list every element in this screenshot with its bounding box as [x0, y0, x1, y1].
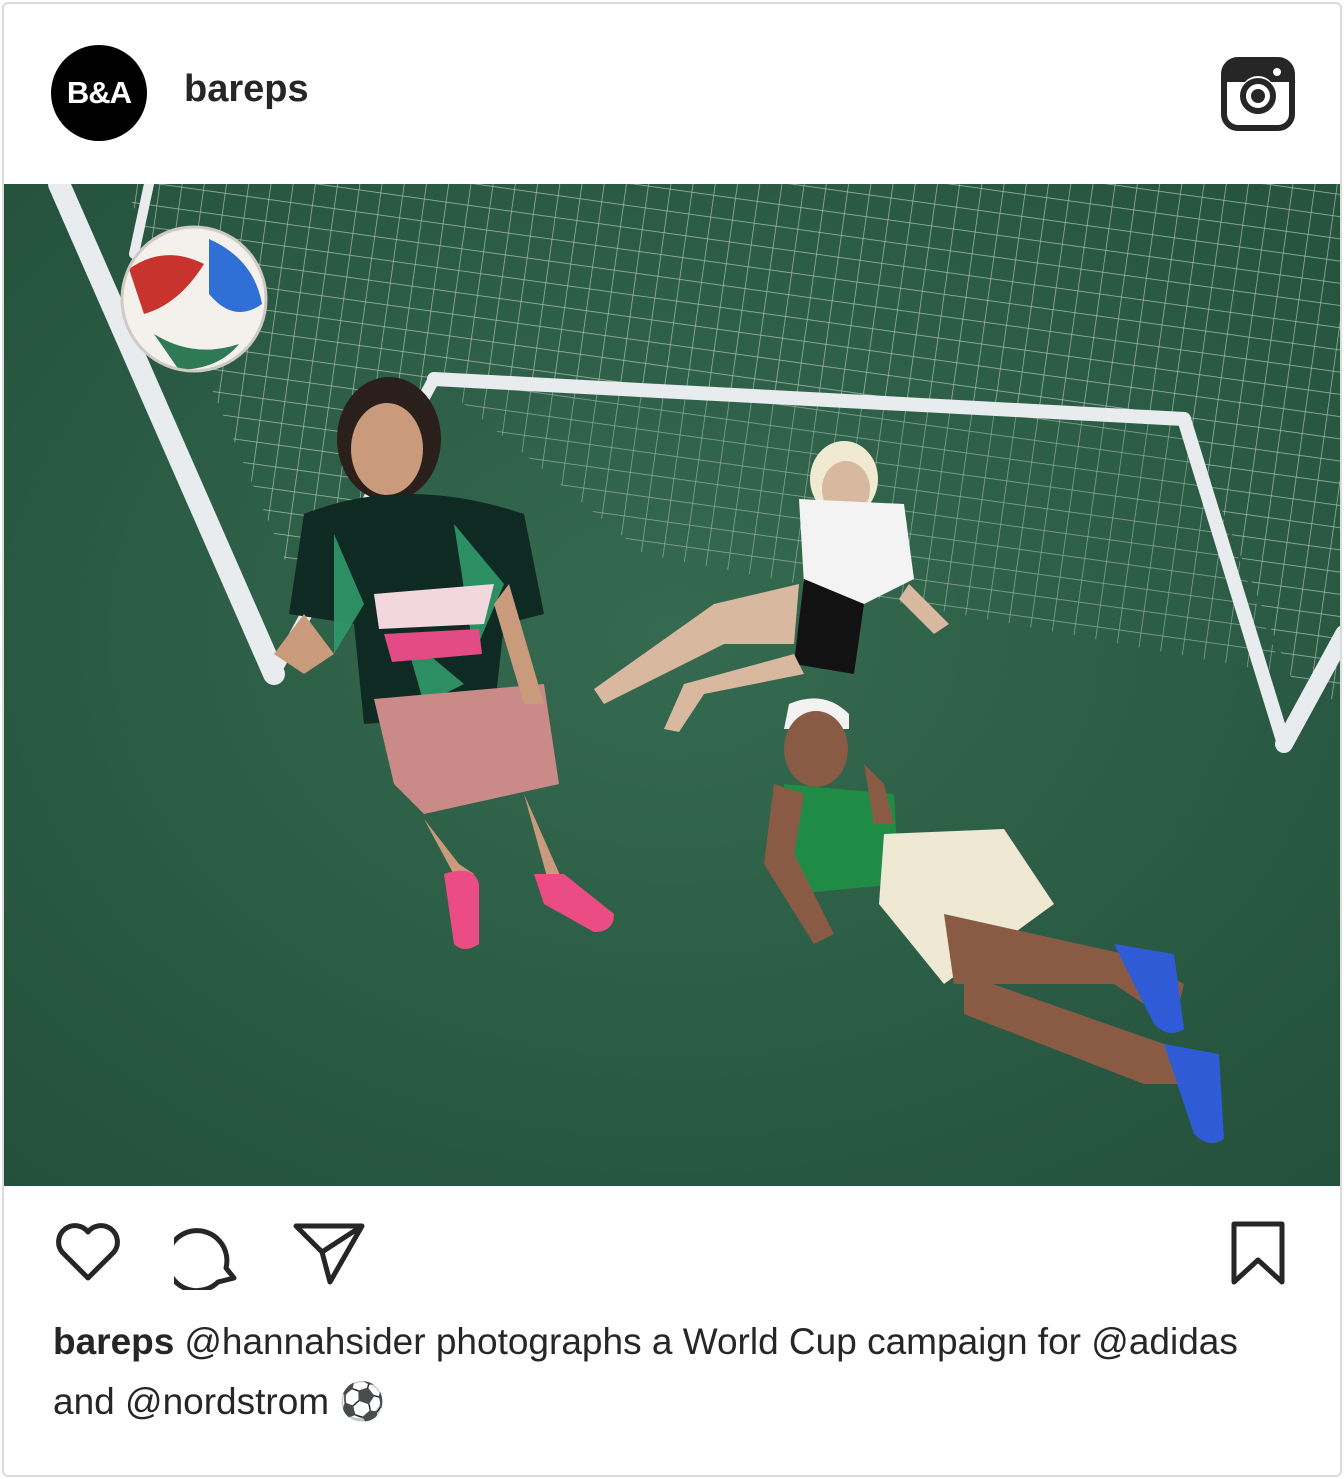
comment-icon[interactable] — [174, 1220, 244, 1290]
caption-username[interactable]: bareps — [53, 1321, 174, 1362]
caption-text: @hannahsider photographs a World Cup cam… — [53, 1321, 1238, 1422]
post-caption: bareps @hannahsider photographs a World C… — [53, 1312, 1293, 1432]
post-photo[interactable] — [4, 184, 1340, 1186]
post-actions — [4, 1186, 1340, 1306]
heart-icon[interactable] — [54, 1220, 122, 1282]
bookmark-icon[interactable] — [1228, 1220, 1288, 1286]
instagram-logo-icon[interactable] — [1220, 56, 1296, 132]
instagram-post-card: B&A bareps bareps @hannahsider photograp… — [2, 2, 1342, 1477]
post-header: B&A bareps — [4, 4, 1340, 184]
paper-plane-icon[interactable] — [292, 1220, 368, 1286]
post-username[interactable]: bareps — [184, 68, 309, 111]
avatar[interactable]: B&A — [51, 45, 147, 141]
